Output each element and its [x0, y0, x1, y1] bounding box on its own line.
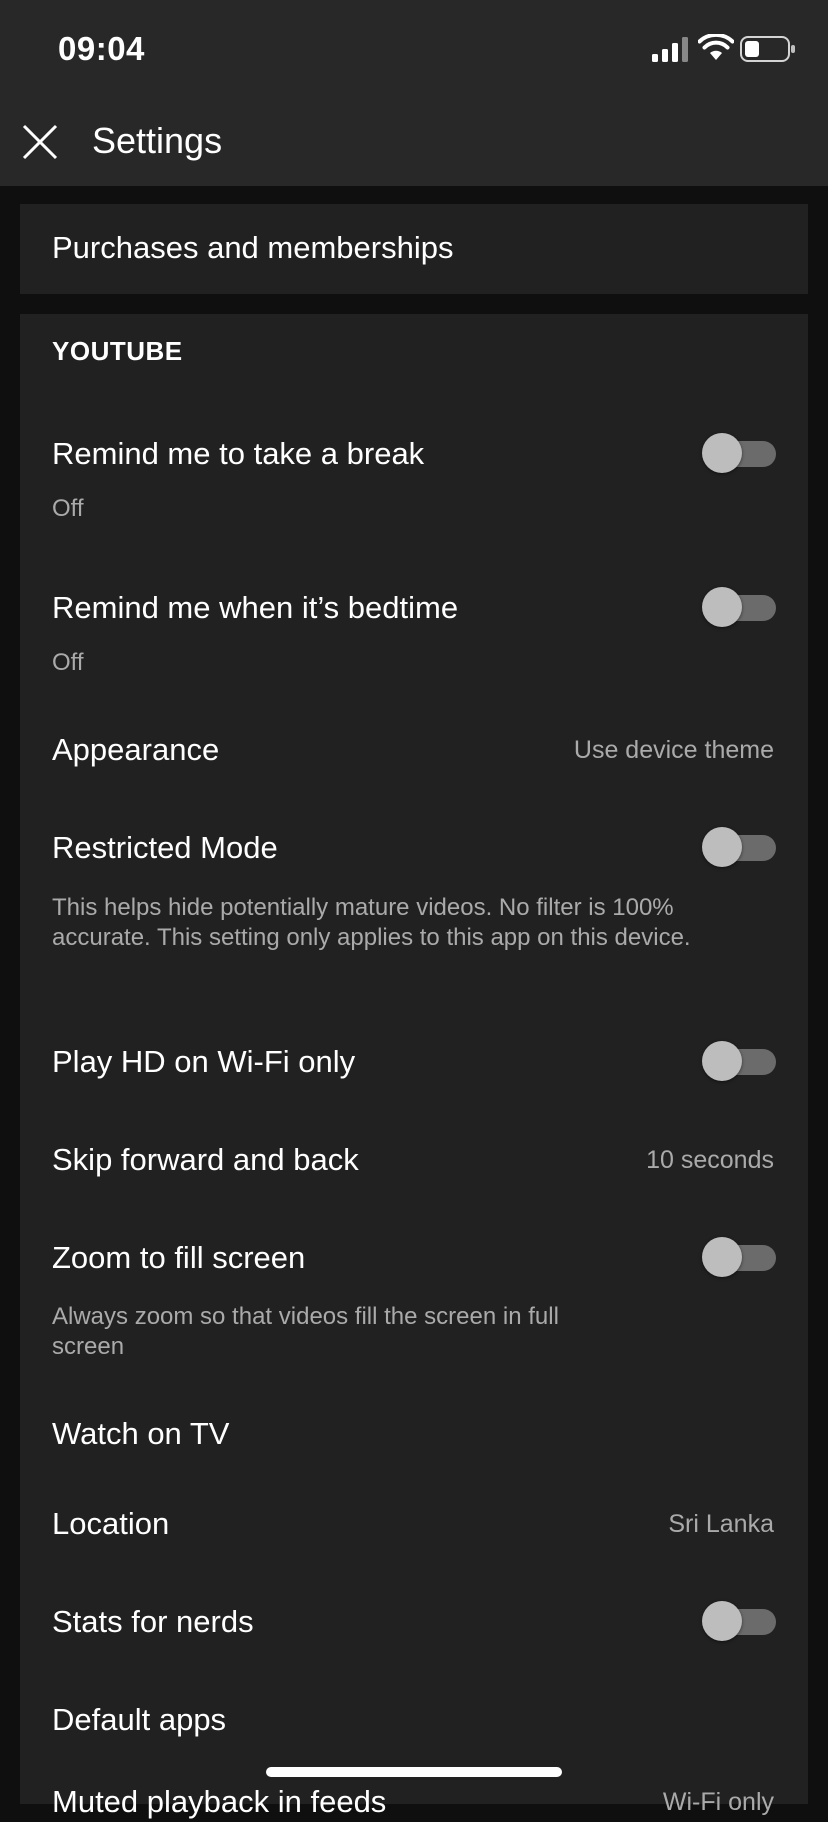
setting-value: Sri Lanka — [668, 1510, 774, 1538]
setting-subtitle: Off — [52, 649, 84, 676]
close-icon[interactable] — [18, 120, 62, 164]
purchases-label: Purchases and memberships — [52, 230, 454, 265]
setting-label: Appearance — [52, 732, 220, 767]
toggle-knob — [702, 827, 742, 867]
home-indicator — [266, 1767, 562, 1777]
setting-label: Restricted Mode — [52, 830, 278, 865]
setting-value: Use device theme — [573, 736, 774, 764]
purchases-and-memberships-item[interactable]: Purchases and memberships — [20, 204, 808, 294]
setting-default-apps[interactable]: Default apps — [20, 1680, 808, 1770]
signal-icon — [652, 37, 688, 62]
app-header: Settings — [0, 100, 828, 186]
setting-label: Default apps — [52, 1702, 227, 1737]
wifi-icon — [698, 34, 734, 60]
toggle-knob — [702, 1041, 742, 1081]
setting-appearance[interactable]: Appearance Use device theme — [20, 710, 808, 800]
setting-label: Remind me to take a break — [52, 436, 425, 471]
zoom-to-fill-toggle[interactable] — [702, 1236, 776, 1278]
setting-skip-forward-back[interactable]: Skip forward and back 10 seconds — [20, 1120, 808, 1210]
page-title: Settings — [92, 120, 223, 161]
setting-label: Watch on TV — [52, 1416, 230, 1451]
setting-label: Stats for nerds — [52, 1604, 254, 1639]
setting-location[interactable]: Location Sri Lanka — [20, 1484, 808, 1574]
section-title: YOUTUBE — [52, 336, 183, 366]
setting-bedtime[interactable]: Remind me when it’s bedtime Off — [20, 568, 808, 698]
setting-label: Play HD on Wi-Fi only — [52, 1044, 356, 1079]
setting-label: Zoom to fill screen — [52, 1240, 306, 1275]
status-time: 09:04 — [58, 30, 145, 67]
setting-label: Location — [52, 1506, 170, 1541]
setting-restricted-mode[interactable]: Restricted Mode This helps hide potentia… — [20, 808, 808, 1008]
setting-label: Skip forward and back — [52, 1142, 359, 1177]
restricted-mode-toggle[interactable] — [702, 826, 776, 868]
setting-take-a-break[interactable]: Remind me to take a break Off — [20, 414, 808, 544]
youtube-settings-section: YOUTUBE Remind me to take a break Off Re… — [20, 314, 808, 1819]
take-a-break-toggle[interactable] — [702, 432, 776, 474]
toggle-knob — [702, 1601, 742, 1641]
bedtime-toggle[interactable] — [702, 586, 776, 628]
status-bar: 09:04 — [0, 0, 828, 100]
setting-watch-on-tv[interactable]: Watch on TV — [20, 1394, 808, 1484]
setting-label: Muted playback in feeds — [52, 1784, 387, 1819]
setting-subtitle: Always zoom so that videos fill the scre… — [52, 1303, 559, 1360]
setting-stats-for-nerds[interactable]: Stats for nerds — [20, 1582, 808, 1672]
battery-icon — [740, 36, 795, 62]
setting-subtitle: Off — [52, 495, 84, 522]
setting-subtitle: This helps hide potentially mature video… — [52, 894, 691, 951]
setting-value: 10 seconds — [646, 1146, 774, 1174]
stats-for-nerds-toggle[interactable] — [702, 1600, 776, 1642]
toggle-knob — [702, 433, 742, 473]
toggle-knob — [702, 1237, 742, 1277]
setting-play-hd-wifi[interactable]: Play HD on Wi-Fi only — [20, 1022, 808, 1112]
toggle-knob — [702, 587, 742, 627]
setting-zoom-to-fill[interactable]: Zoom to fill screen Always zoom so that … — [20, 1218, 808, 1388]
setting-value: Wi-Fi only — [662, 1788, 774, 1816]
play-hd-toggle[interactable] — [702, 1040, 776, 1082]
setting-label: Remind me when it’s bedtime — [52, 590, 459, 625]
